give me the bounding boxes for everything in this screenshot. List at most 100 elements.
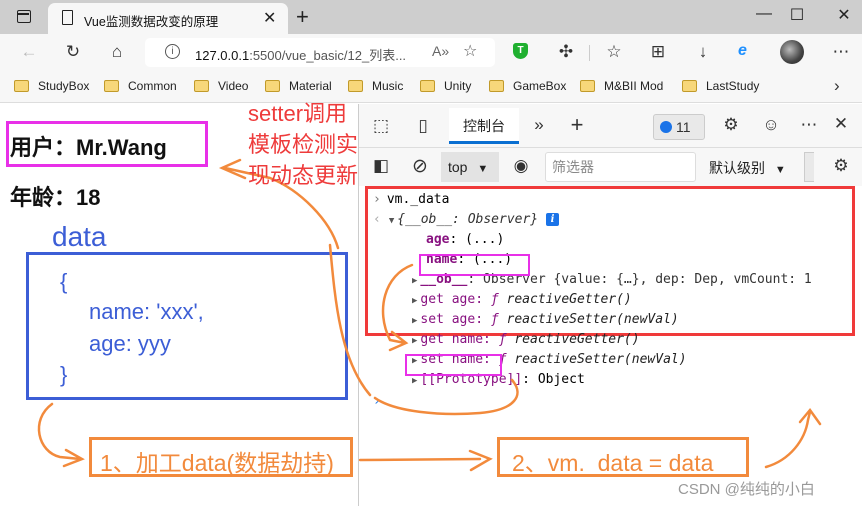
dropdown-arrow-icon: ▼ <box>477 163 489 175</box>
sidebar-toggle-icon[interactable]: ◧ <box>369 156 393 176</box>
collections-icon[interactable]: ⊞ <box>646 41 670 63</box>
chevron-right-icon[interactable]: › <box>834 76 840 96</box>
feedback-icon[interactable]: ☺ <box>759 115 783 135</box>
data-title: data <box>52 221 107 252</box>
result-arrow-icon: ‹ <box>373 212 381 227</box>
bookmark-video[interactable]: Video <box>194 79 248 93</box>
browser-tab[interactable]: Vue监测数据改变的原理 ✕ <box>48 3 288 34</box>
prop-get-name[interactable]: ▶ get name: ƒ reactiveGetter() <box>412 330 640 351</box>
prop-value: : Object <box>522 372 585 387</box>
bookmark-label: GameBox <box>513 79 567 93</box>
bookmark-unity[interactable]: Unity <box>420 79 471 93</box>
issues-button[interactable]: 11 <box>653 114 705 140</box>
bookmarks-bar: StudyBox Common Video Material Music Uni… <box>0 70 862 103</box>
info-icon[interactable]: i <box>545 213 559 226</box>
read-aloud-icon[interactable]: A» <box>432 43 449 59</box>
prop-age[interactable]: age: (...) <box>426 230 504 250</box>
issues-count: 11 <box>676 119 691 135</box>
home-icon[interactable]: ⌂ <box>105 41 129 63</box>
data-name-line: name: 'xxx', <box>89 299 204 324</box>
title-bar: Vue监测数据改变的原理 ✕ + — ☐ ✕ <box>0 0 862 34</box>
issues-mini-button[interactable] <box>804 152 814 182</box>
console-result-line[interactable]: ‹ ▼ {__ob__: Observer} i <box>373 210 559 231</box>
close-window-icon[interactable]: ✕ <box>829 5 859 25</box>
bookmark-mbii-mod[interactable]: M&BII Mod <box>580 79 663 93</box>
more-tabs-icon[interactable]: » <box>527 115 551 135</box>
refresh-icon[interactable]: ↻ <box>61 41 85 63</box>
prop-value: reactiveSetter(newVal) <box>506 312 679 327</box>
download-icon[interactable]: ↓ <box>691 41 715 63</box>
toolbar-divider <box>589 45 590 61</box>
data-brace-open: { <box>60 269 68 294</box>
close-tab-icon[interactable]: ✕ <box>263 8 276 28</box>
devtools-tab-bar: ⬚ ▯ 控制台 » + 11 ⚙ ☺ ⋯ ✕ <box>359 104 862 148</box>
more-icon[interactable]: ⋯ <box>829 41 853 63</box>
settings-icon[interactable]: ⚙ <box>719 115 743 135</box>
setter-annotation: setter调用 模板检测实 现动态更新 <box>248 98 368 191</box>
bookmark-laststudy[interactable]: LastStudy <box>682 79 759 93</box>
data-object-box <box>26 252 348 400</box>
extensions-icon[interactable]: ✣ <box>554 41 578 63</box>
info-icon[interactable]: i <box>165 44 180 59</box>
bookmark-label: Unity <box>444 79 472 93</box>
add-favorite-icon[interactable]: ☆ <box>463 41 477 61</box>
tab-title: Vue监测数据改变的原理 <box>84 15 219 29</box>
tab-actions-icon[interactable] <box>17 10 31 23</box>
message-icon <box>660 121 672 133</box>
bookmark-music[interactable]: Music <box>348 79 403 93</box>
browser-toolbar: ← ↻ ⌂ i 127.0.0.1:5500/vue_basic/12_列表..… <box>0 34 862 70</box>
expand-triangle-icon: ▶ <box>412 296 418 306</box>
profile-avatar[interactable] <box>780 40 804 64</box>
tab-console[interactable]: 控制台 <box>449 108 519 144</box>
live-expression-icon[interactable]: ◉ <box>509 156 533 176</box>
folder-icon <box>14 80 29 92</box>
url-path: :5500/vue_basic/12_列表... <box>249 48 407 63</box>
name-prop-highlight <box>419 254 530 276</box>
folder-icon <box>580 80 595 92</box>
prop-key: get age <box>420 292 476 307</box>
watermark: CSDN @纯纯的小白 <box>678 481 815 498</box>
shield-extension-icon[interactable]: T <box>513 43 528 59</box>
log-level-select[interactable]: 默认级别 ▼ <box>709 158 786 178</box>
address-bar[interactable]: i 127.0.0.1:5500/vue_basic/12_列表... A» ☆ <box>145 38 495 67</box>
bookmark-label: M&BII Mod <box>604 79 664 93</box>
page-icon <box>62 10 73 25</box>
set-name-highlight <box>405 354 502 376</box>
bookmark-gamebox[interactable]: GameBox <box>489 79 566 93</box>
prop-value: reactiveGetter() <box>506 292 632 307</box>
url-text[interactable]: 127.0.0.1:5500/vue_basic/12_列表... <box>195 45 406 64</box>
prop-key: set age <box>420 312 476 327</box>
context-select[interactable]: top ▼ <box>441 152 499 182</box>
bookmark-studybox[interactable]: StudyBox <box>14 79 89 93</box>
prop-get-age[interactable]: ▶ get age: ƒ reactiveGetter() <box>412 290 632 311</box>
url-host: 127.0.0.1 <box>195 48 250 63</box>
device-toolbar-icon[interactable]: ▯ <box>411 116 435 136</box>
step1-label: 1、加工data(数据劫持) <box>89 437 353 477</box>
minimize-icon[interactable]: — <box>749 5 779 23</box>
maximize-icon[interactable]: ☐ <box>782 5 812 25</box>
expand-triangle-icon: ▶ <box>412 336 418 346</box>
new-tab-icon[interactable]: + <box>296 4 309 30</box>
filter-input[interactable]: 筛选器 <box>545 152 696 182</box>
expand-triangle-icon: ▶ <box>412 316 418 326</box>
back-icon[interactable]: ← <box>17 41 41 63</box>
add-tab-icon[interactable]: + <box>565 112 589 138</box>
inspect-icon[interactable]: ⬚ <box>369 116 393 136</box>
console-prompt-icon[interactable]: › <box>373 392 381 412</box>
prop-key: age <box>426 232 450 247</box>
close-devtools-icon[interactable]: ✕ <box>829 114 853 134</box>
bookmark-material[interactable]: Material <box>265 79 332 93</box>
clear-console-icon[interactable]: ⊘ <box>408 155 432 178</box>
prop-value: reactiveGetter() <box>514 332 640 347</box>
prop-key: get name <box>420 332 484 347</box>
bookmark-common[interactable]: Common <box>104 79 177 93</box>
favorites-icon[interactable]: ☆ <box>602 41 626 63</box>
folder-icon <box>104 80 119 92</box>
user-name-text: 用户：Mr.Wang <box>10 135 167 160</box>
more-options-icon[interactable]: ⋯ <box>797 115 821 135</box>
ie-mode-icon[interactable]: e <box>738 42 747 60</box>
prop-set-age[interactable]: ▶ set age: ƒ reactiveSetter(newVal) <box>412 310 679 331</box>
bookmark-label: Video <box>218 79 249 93</box>
bookmark-label: Material <box>289 79 332 93</box>
console-settings-icon[interactable]: ⚙ <box>829 156 853 176</box>
